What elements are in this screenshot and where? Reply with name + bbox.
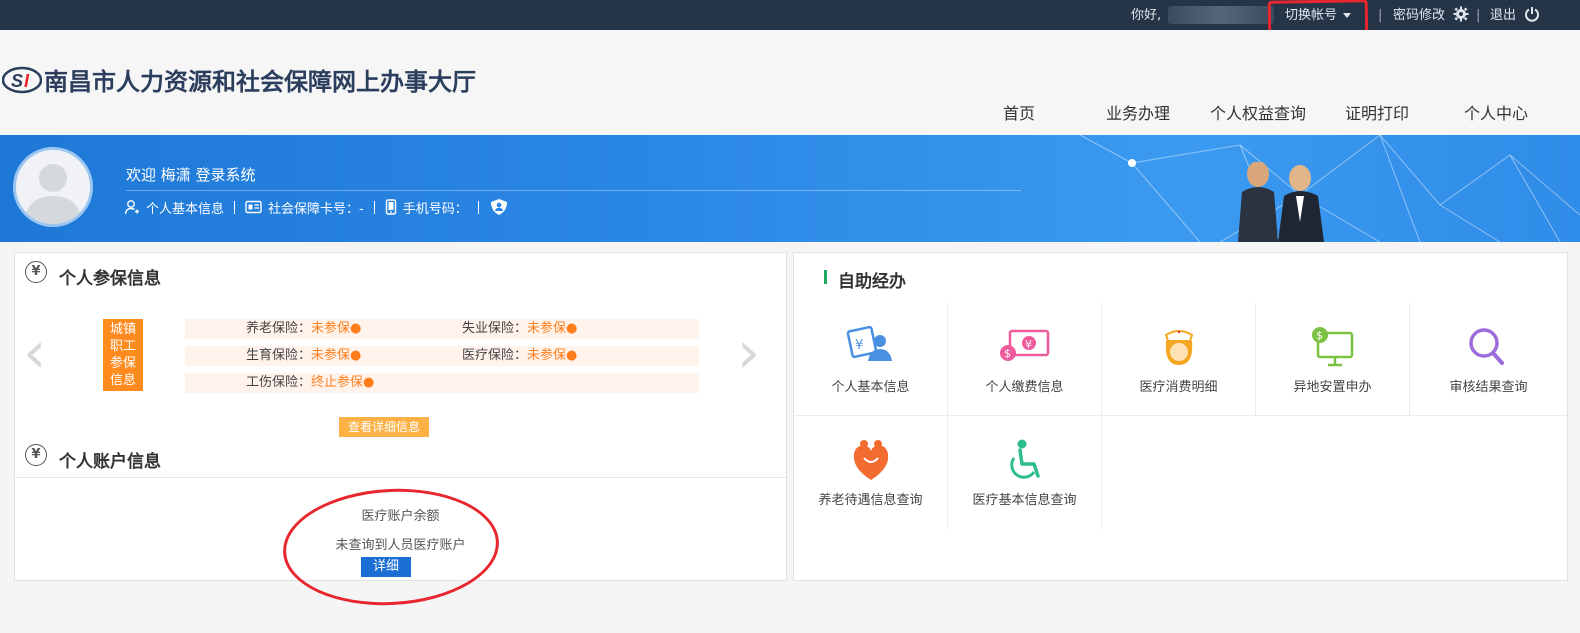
site-title: 南昌市人力资源和社会保障网上办事大厅 xyxy=(44,68,476,96)
svg-text:$: $ xyxy=(1316,329,1323,342)
power-icon xyxy=(1525,7,1540,22)
service-pension-benefit[interactable]: 养老待遇信息查询 xyxy=(794,416,948,529)
blurred-username xyxy=(1168,6,1274,24)
ss-card-number: 社会保障卡号：- xyxy=(268,201,364,217)
divider xyxy=(477,200,479,214)
phone-number: 手机号码： xyxy=(402,201,468,217)
nav-certificate-print[interactable]: 证明打印 xyxy=(1345,100,1409,124)
carousel-next-arrow[interactable]: › xyxy=(737,323,760,381)
yen-icon: ¥ xyxy=(25,444,47,466)
insurance-section-title: 个人参保信息 xyxy=(59,269,161,289)
personal-info-panel: ¥ 个人参保信息 ‹ › 城镇 职工 参保 信息 养老保险：未参保● 失业保险：未参保… xyxy=(14,252,787,611)
person-add-icon xyxy=(124,200,139,215)
nav-rights-query[interactable]: 个人权益查询 xyxy=(1210,100,1306,124)
svg-text:¥: ¥ xyxy=(855,338,863,353)
business-people-decoration xyxy=(1238,162,1324,242)
unemployment-insurance: 失业保险：未参保● xyxy=(462,319,577,339)
nurse-icon xyxy=(1164,330,1194,365)
si-logo-icon: S I xyxy=(2,66,42,94)
section-divider xyxy=(15,477,786,478)
divider xyxy=(373,200,375,214)
ins-label: 失业保险： xyxy=(462,321,528,336)
phone-icon xyxy=(385,199,396,215)
service-label: 个人缴费信息 xyxy=(985,380,1064,395)
gear-icon xyxy=(1453,6,1469,22)
user-silhouette-icon xyxy=(24,164,82,224)
svg-text:¥: ¥ xyxy=(1025,338,1032,351)
nav-personal-center[interactable]: 个人中心 xyxy=(1464,100,1528,124)
title-accent-bar xyxy=(824,270,827,284)
card-icon xyxy=(245,200,262,214)
ins-label: 医疗保险： xyxy=(462,348,528,363)
header: S I 南昌市人力资源和社会保障网上办事大厅 首页 业务办理 个人权益查询 证明… xyxy=(0,30,1580,135)
user-info-row: 个人基本信息 社会保障卡号：- 手机号码： xyxy=(124,197,515,217)
separator: | xyxy=(1476,8,1481,23)
magnifier-icon xyxy=(1469,328,1504,365)
banner-divider xyxy=(126,190,1021,191)
service-audit-result[interactable]: 审核结果查询 xyxy=(1410,303,1567,416)
self-service-panel: 自助经办 ¥ 个人基本信息 ¥ $ 个人缴费信息 医疗消费明细 $ 异地安置申办… xyxy=(793,252,1568,581)
wheelchair-icon xyxy=(1010,439,1040,479)
nav-business[interactable]: 业务办理 xyxy=(1106,100,1170,124)
self-service-title: 自助经办 xyxy=(838,272,906,292)
maternity-insurance: 生育保险：未参保● xyxy=(246,346,361,366)
account-section-title: 个人账户信息 xyxy=(59,452,161,472)
service-relocation[interactable]: $ 异地安置申办 xyxy=(1256,303,1410,416)
logout-button[interactable]: 退出 xyxy=(1490,0,1540,30)
money-payment-icon: ¥ $ xyxy=(1000,329,1050,361)
urban-employee-tag: 城镇 职工 参保 信息 xyxy=(103,319,143,391)
service-basic-info[interactable]: ¥ 个人基本信息 xyxy=(794,303,948,416)
service-label: 个人基本信息 xyxy=(831,380,910,395)
svg-text:$: $ xyxy=(1004,347,1011,360)
service-medical-basic[interactable]: 医疗基本信息查询 xyxy=(948,416,1102,529)
greeting: 你好, xyxy=(1131,8,1162,23)
ins-label: 养老保险： xyxy=(246,321,312,336)
view-details-button[interactable]: 查看详细信息 xyxy=(339,417,429,437)
ins-status: 终止参保● xyxy=(311,375,375,390)
shield-user-icon xyxy=(490,199,507,215)
ins-label: 生育保险： xyxy=(246,348,312,363)
avatar[interactable] xyxy=(13,147,93,227)
injury-insurance: 工伤保险：终止参保● xyxy=(246,373,374,393)
svg-text:S: S xyxy=(11,71,23,91)
change-password-label: 密码修改 xyxy=(1393,8,1446,23)
basic-info-link[interactable]: 个人基本信息 xyxy=(146,198,224,217)
monitor-dollar-icon: $ xyxy=(1312,327,1354,367)
id-card-person-icon: ¥ xyxy=(846,325,892,361)
change-password-button[interactable]: 密码修改 xyxy=(1393,0,1469,30)
carousel-prev-arrow[interactable]: ‹ xyxy=(23,323,46,381)
logout-label: 退出 xyxy=(1490,8,1517,23)
ins-status: 未参保● xyxy=(311,348,362,363)
nav-home[interactable]: 首页 xyxy=(1003,100,1035,124)
divider xyxy=(234,200,236,214)
ins-status: 未参保● xyxy=(311,321,362,336)
separator: | xyxy=(1378,8,1383,23)
service-label: 医疗基本信息查询 xyxy=(972,493,1077,508)
elderly-care-icon xyxy=(853,440,889,480)
ins-label: 工伤保险： xyxy=(246,375,312,390)
medical-insurance: 医疗保险：未参保● xyxy=(462,346,577,366)
service-label: 医疗消费明细 xyxy=(1139,380,1218,395)
service-label: 审核结果查询 xyxy=(1449,380,1528,395)
svg-text:I: I xyxy=(24,71,30,91)
service-medical-expense[interactable]: 医疗消费明细 xyxy=(1102,303,1256,416)
service-label: 异地安置申办 xyxy=(1293,380,1372,395)
ins-status: 未参保● xyxy=(527,348,578,363)
network-decoration xyxy=(1079,135,1580,242)
pension-insurance: 养老保险：未参保● xyxy=(246,319,361,339)
service-label: 养老待遇信息查询 xyxy=(818,493,923,508)
user-banner: 欢迎 梅潇 登录系统 个人基本信息 社会保障卡号：- 手机号码： xyxy=(0,135,1580,242)
welcome-text: 欢迎 梅潇 登录系统 xyxy=(126,166,256,184)
ins-status: 未参保● xyxy=(527,321,578,336)
service-payment-info[interactable]: ¥ $ 个人缴费信息 xyxy=(948,303,1102,416)
red-annotation-circle xyxy=(280,483,502,611)
yen-icon: ¥ xyxy=(25,261,47,283)
top-bar: 你好, 切换帐号 | 密码修改 | 退出 xyxy=(0,0,1580,41)
